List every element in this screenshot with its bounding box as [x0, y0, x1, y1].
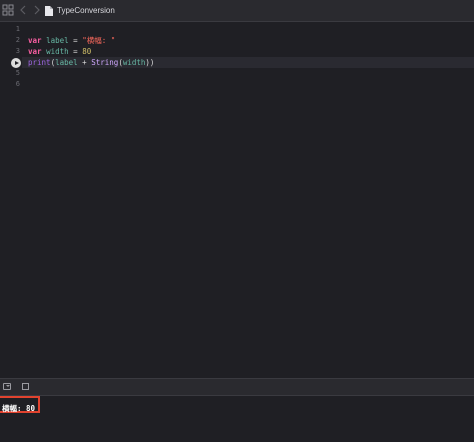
grid-icon[interactable]: [1, 4, 15, 18]
line-number: 3: [15, 47, 20, 55]
debug-bar: [0, 378, 474, 396]
line-number: 1: [15, 25, 20, 33]
keyword: var: [28, 36, 42, 45]
code-line-4: print(label + String(width)): [28, 57, 154, 68]
line-gutter: 1 2 3 5 6: [0, 22, 22, 378]
code-line-3: var width = 80: [28, 46, 91, 57]
run-line-button[interactable]: [11, 58, 21, 68]
console-area[interactable]: 横幅: 80: [0, 396, 474, 442]
operator: =: [68, 36, 83, 45]
code-editor[interactable]: 1 2 3 5 6 var label = "横幅: " var width =…: [0, 22, 474, 378]
type-name: String: [91, 58, 119, 67]
identifier: width: [122, 58, 146, 67]
jump-bar: TypeConversion: [0, 0, 474, 22]
line-number: 5: [15, 69, 20, 77]
paren: )): [145, 58, 155, 67]
line-number: 6: [15, 80, 20, 88]
playground-window: TypeConversion 1 2 3 5 6 var label = "横幅…: [0, 0, 474, 442]
hide-debug-area-icon[interactable]: [3, 383, 11, 390]
chevron-right-icon[interactable]: [30, 4, 44, 18]
code-line-2: var label = "横幅: ": [28, 35, 115, 46]
string-literal: "横幅: ": [82, 36, 116, 45]
identifier: label: [55, 58, 78, 67]
chevron-left-icon[interactable]: [16, 4, 30, 18]
function-name: print: [28, 58, 51, 67]
console-output: 横幅: 80: [2, 404, 36, 413]
file-name[interactable]: TypeConversion: [57, 4, 115, 18]
number-literal: 80: [82, 47, 92, 56]
identifier: label: [46, 36, 69, 45]
line-number: 2: [15, 36, 20, 44]
keyword: var: [28, 47, 42, 56]
operator: +: [77, 58, 92, 67]
output-highlight: 横幅: 80: [0, 396, 41, 413]
split-view-icon[interactable]: [22, 383, 29, 390]
identifier: width: [46, 47, 69, 56]
swift-file-icon: [45, 5, 53, 16]
operator: =: [68, 47, 83, 56]
